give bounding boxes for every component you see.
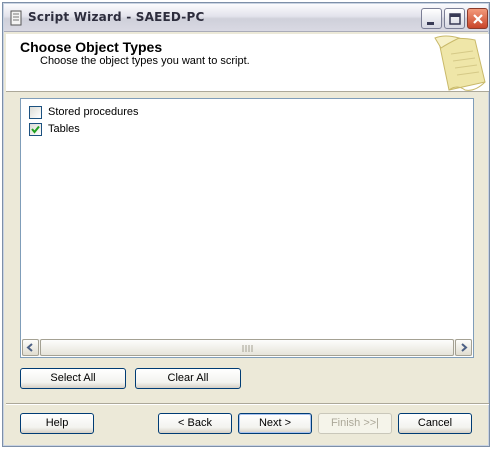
list-item-label: Stored procedures xyxy=(48,106,139,118)
script-wizard-window: Script Wizard - SAEED-PC Choose Object T… xyxy=(2,2,490,447)
select-all-button[interactable]: Select All xyxy=(20,368,126,389)
cancel-button[interactable]: Cancel xyxy=(398,413,472,434)
list-item-label: Tables xyxy=(48,123,80,135)
scrollbar-thumb[interactable] xyxy=(40,339,454,356)
script-document-icon xyxy=(10,10,22,26)
next-button[interactable]: Next > xyxy=(238,413,312,434)
close-icon xyxy=(473,14,483,24)
footer-divider xyxy=(6,403,489,405)
minimize-button[interactable] xyxy=(421,8,442,29)
maximize-icon xyxy=(449,13,461,25)
horizontal-scrollbar[interactable] xyxy=(22,339,472,356)
scroll-right-button[interactable] xyxy=(455,339,472,356)
arrow-right-icon xyxy=(461,343,468,352)
arrow-left-icon xyxy=(26,343,33,352)
page-title: Choose Object Types xyxy=(20,39,163,55)
scroll-left-button[interactable] xyxy=(22,339,39,356)
finish-button[interactable]: Finish >>| xyxy=(318,413,392,434)
title-bar[interactable]: Script Wizard - SAEED-PC xyxy=(4,4,488,32)
back-button[interactable]: < Back xyxy=(158,413,232,434)
minimize-icon xyxy=(427,22,434,25)
clear-all-button[interactable]: Clear All xyxy=(135,368,241,389)
maximize-button[interactable] xyxy=(444,8,465,29)
object-types-list[interactable]: Stored procedures Tables xyxy=(20,98,474,358)
tables-checkbox[interactable] xyxy=(29,123,42,136)
grip-icon xyxy=(242,345,253,352)
scroll-parchment-icon xyxy=(434,35,486,91)
help-button[interactable]: Help xyxy=(20,413,94,434)
window-title: Script Wizard - SAEED-PC xyxy=(28,10,205,24)
checkmark-icon xyxy=(31,125,40,134)
page-subtitle: Choose the object types you want to scri… xyxy=(40,55,250,67)
wizard-header: Choose Object Types Choose the object ty… xyxy=(6,34,489,92)
close-button[interactable] xyxy=(467,8,488,29)
stored-procedures-checkbox[interactable] xyxy=(29,106,42,119)
